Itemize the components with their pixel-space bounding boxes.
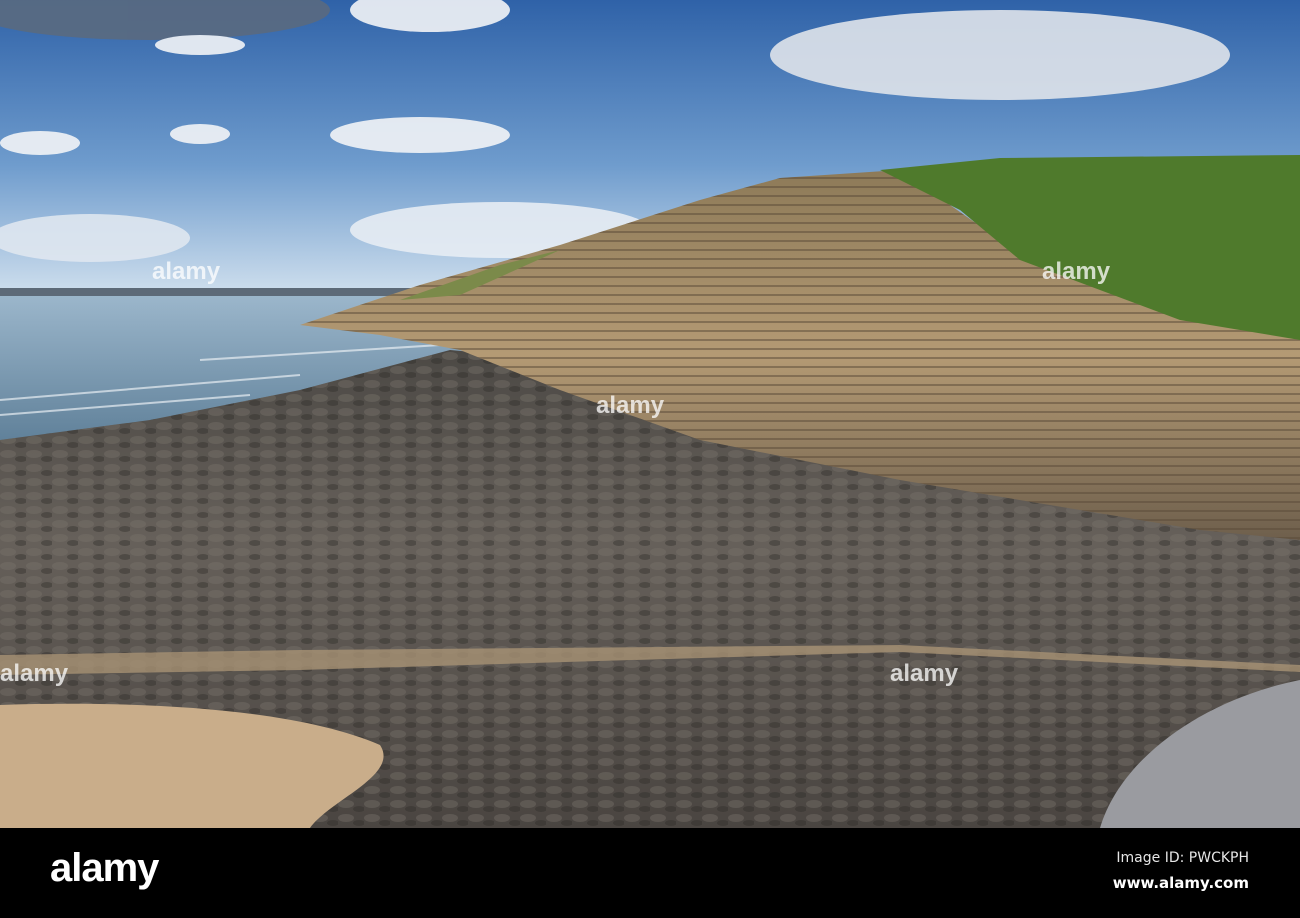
watermark-bar: alamy Image ID: PWCKPH www.alamy.com	[0, 828, 1300, 918]
watermark-logo: alamy	[0, 660, 69, 687]
watermark-logo: alamy	[152, 258, 221, 285]
image-id: Image ID: PWCKPH	[1116, 850, 1249, 866]
watermark-logo: alamy	[890, 660, 959, 687]
stock-photo: alamy alamy alamy alamy alamy alamy Imag…	[0, 0, 1300, 918]
watermark-logo: alamy	[1042, 258, 1111, 285]
distant-shore	[0, 288, 420, 296]
watermark-logo: alamy	[596, 392, 665, 419]
site-url: www.alamy.com	[1112, 874, 1249, 892]
alamy-logo: alamy	[50, 846, 159, 890]
